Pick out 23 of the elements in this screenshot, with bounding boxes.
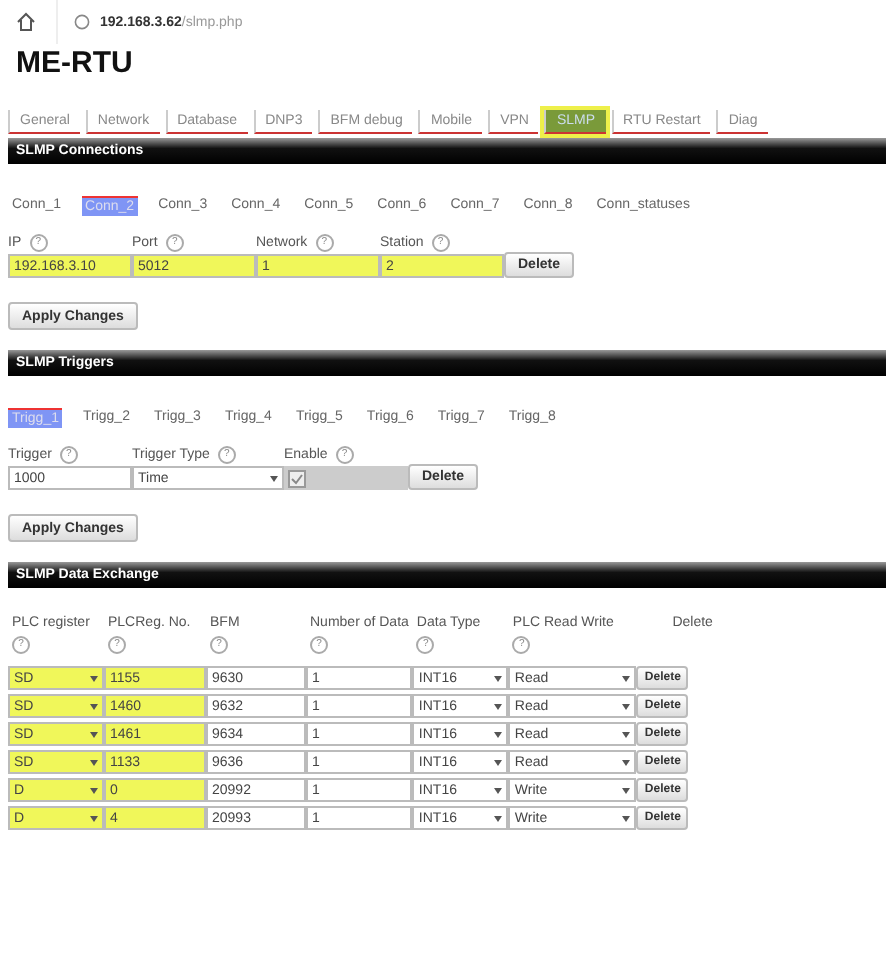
caret-icon bbox=[494, 759, 503, 765]
caret-icon bbox=[622, 787, 631, 793]
caret-icon bbox=[90, 787, 98, 793]
caret-icon bbox=[494, 731, 503, 737]
page-title: ME-RTU bbox=[14, 44, 135, 84]
caret-icon bbox=[622, 815, 631, 821]
caret-icon bbox=[494, 675, 503, 681]
home-icon[interactable] bbox=[16, 12, 36, 32]
caret-icon bbox=[90, 759, 98, 765]
caret-icon bbox=[622, 703, 631, 709]
info-icon bbox=[74, 14, 90, 30]
caret-icon bbox=[90, 815, 98, 821]
enable-checkbox[interactable] bbox=[288, 469, 306, 487]
caret-icon bbox=[622, 731, 631, 737]
caret-icon bbox=[90, 675, 98, 681]
caret-icon bbox=[270, 475, 278, 481]
caret-icon bbox=[494, 787, 503, 793]
caret-icon bbox=[622, 759, 631, 765]
caret-icon bbox=[494, 815, 503, 821]
caret-icon bbox=[90, 703, 98, 709]
caret-icon bbox=[494, 703, 503, 709]
caret-icon bbox=[622, 675, 631, 681]
caret-icon bbox=[90, 731, 98, 737]
